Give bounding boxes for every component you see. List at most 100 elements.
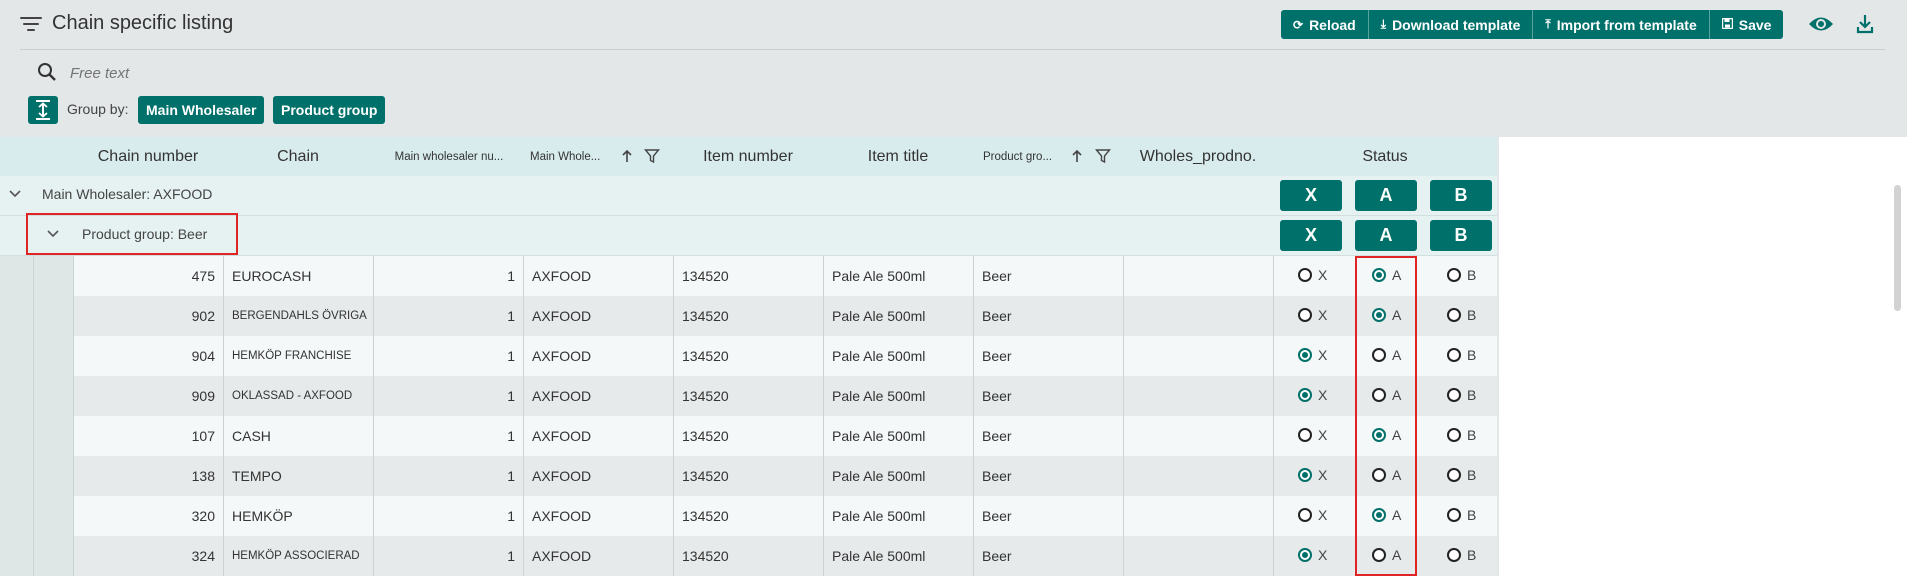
status-radio-x[interactable]: X <box>1298 267 1327 283</box>
import-template-button[interactable]: ⤒ Import from template <box>1532 10 1708 39</box>
row-gutter <box>33 536 73 576</box>
group-chip-main-wholesaler[interactable]: Main Wholesaler <box>138 96 265 124</box>
chevron-down-icon[interactable] <box>46 229 60 239</box>
status-option-label: X <box>1318 267 1328 283</box>
expand-collapse-groups-button[interactable] <box>28 96 58 124</box>
filter-icon[interactable] <box>1095 148 1111 164</box>
set-all-status-b-button[interactable]: B <box>1430 220 1492 251</box>
radio-button-icon[interactable] <box>1447 508 1461 522</box>
radio-button-icon[interactable] <box>1372 348 1386 362</box>
upload-icon: ⤒ <box>1545 17 1551 31</box>
radio-button-icon[interactable] <box>1372 508 1386 522</box>
sort-ascending-icon[interactable] <box>619 148 635 164</box>
radio-button-icon[interactable] <box>1447 468 1461 482</box>
status-radio-x[interactable]: X <box>1298 307 1327 323</box>
status-option-label: X <box>1318 507 1328 523</box>
cell-item-number: 134520 <box>673 256 823 296</box>
column-header-main-wholesaler[interactable]: Main Whole... <box>530 137 612 176</box>
column-header-wholes-prodno[interactable]: Wholes_prodno. <box>1123 137 1273 176</box>
status-radio-b[interactable]: B <box>1447 307 1476 323</box>
radio-button-icon[interactable] <box>1298 468 1312 482</box>
radio-button-icon[interactable] <box>1372 428 1386 442</box>
search-input[interactable] <box>68 62 472 84</box>
radio-button-icon[interactable] <box>1447 268 1461 282</box>
status-radio-b[interactable]: B <box>1447 427 1476 443</box>
chevron-down-icon[interactable] <box>8 189 22 199</box>
vertical-scrollbar[interactable] <box>1894 185 1901 311</box>
row-gutter <box>0 336 33 376</box>
status-radio-x[interactable]: X <box>1298 347 1327 363</box>
status-radio-x[interactable]: X <box>1298 427 1327 443</box>
status-radio-b[interactable]: B <box>1447 507 1476 523</box>
status-radio-b[interactable]: B <box>1447 547 1476 563</box>
save-button[interactable]: Save <box>1708 10 1784 39</box>
radio-button-icon[interactable] <box>1372 468 1386 482</box>
status-radio-b[interactable]: B <box>1447 467 1476 483</box>
top-bar: Chain specific listing ⟳ Reload ⤓ Downlo… <box>0 0 1907 50</box>
group-row-wholesaler[interactable]: Main Wholesaler: AXFOOD X A B <box>0 176 1497 216</box>
status-radio-x[interactable]: X <box>1298 507 1327 523</box>
radio-button-icon[interactable] <box>1447 348 1461 362</box>
radio-button-icon[interactable] <box>1298 508 1312 522</box>
column-header-product-group[interactable]: Product gro... <box>983 137 1063 176</box>
header-divider <box>20 49 1885 50</box>
download-template-button[interactable]: ⤓ Download template <box>1367 10 1533 39</box>
sort-ascending-icon[interactable] <box>1069 148 1085 164</box>
radio-button-icon[interactable] <box>1447 388 1461 402</box>
status-radio-a[interactable]: A <box>1372 467 1401 483</box>
radio-button-icon[interactable] <box>1447 548 1461 562</box>
row-gutter <box>33 296 73 336</box>
radio-button-icon[interactable] <box>1298 268 1312 282</box>
status-radio-a[interactable]: A <box>1372 307 1401 323</box>
radio-button-icon[interactable] <box>1298 428 1312 442</box>
radio-button-icon[interactable] <box>1298 308 1312 322</box>
status-radio-a[interactable]: A <box>1372 347 1401 363</box>
cell-wholesaler: AXFOOD <box>523 336 673 376</box>
menu-filter-icon[interactable] <box>20 17 42 33</box>
status-radio-a[interactable]: A <box>1372 427 1401 443</box>
filter-icon[interactable] <box>644 148 660 164</box>
status-radio-a[interactable]: A <box>1372 547 1401 563</box>
status-option-label: A <box>1392 307 1402 323</box>
cell-chain: HEMKÖP FRANCHISE <box>223 336 373 376</box>
status-radio-a[interactable]: A <box>1372 387 1401 403</box>
status-radio-a[interactable]: A <box>1372 267 1401 283</box>
column-header-chain-number[interactable]: Chain number <box>73 137 223 176</box>
status-radio-x[interactable]: X <box>1298 387 1327 403</box>
set-all-status-b-button[interactable]: B <box>1430 180 1492 211</box>
set-all-status-x-button[interactable]: X <box>1280 220 1342 251</box>
radio-button-icon[interactable] <box>1372 388 1386 402</box>
status-radio-x[interactable]: X <box>1298 547 1327 563</box>
radio-button-icon[interactable] <box>1372 268 1386 282</box>
set-all-status-a-button[interactable]: A <box>1355 220 1417 251</box>
set-all-status-x-button[interactable]: X <box>1280 180 1342 211</box>
download-icon[interactable] <box>1855 13 1875 35</box>
column-header-chain[interactable]: Chain <box>223 137 373 176</box>
status-radio-b[interactable]: B <box>1447 347 1476 363</box>
group-chip-product-group[interactable]: Product group <box>273 96 386 124</box>
status-radio-a[interactable]: A <box>1372 507 1401 523</box>
eye-icon[interactable] <box>1808 14 1834 34</box>
radio-button-icon[interactable] <box>1372 308 1386 322</box>
set-all-status-a-button[interactable]: A <box>1355 180 1417 211</box>
status-option-label: B <box>1467 267 1477 283</box>
status-radio-b[interactable]: B <box>1447 267 1476 283</box>
table-row: 902 BERGENDAHLS ÖVRIGA 1 AXFOOD 134520 Pale A… <box>0 296 1497 337</box>
column-header-main-wholesaler-number[interactable]: Main wholesaler nu... <box>376 137 522 176</box>
cell-item-title: Pale Ale 500ml <box>823 256 973 296</box>
radio-button-icon[interactable] <box>1298 548 1312 562</box>
status-radio-b[interactable]: B <box>1447 387 1476 403</box>
radio-button-icon[interactable] <box>1298 348 1312 362</box>
radio-button-icon[interactable] <box>1298 388 1312 402</box>
cell-wholesaler: AXFOOD <box>523 416 673 456</box>
radio-button-icon[interactable] <box>1447 428 1461 442</box>
status-radio-x[interactable]: X <box>1298 467 1327 483</box>
group-row-product-group[interactable]: Product group: Beer X A B <box>0 216 1497 256</box>
column-header-status[interactable]: Status <box>1273 137 1497 176</box>
column-header-item-title[interactable]: Item title <box>823 137 973 176</box>
radio-button-icon[interactable] <box>1372 548 1386 562</box>
reload-button[interactable]: ⟳ Reload <box>1281 10 1368 39</box>
row-gutter <box>33 376 73 416</box>
radio-button-icon[interactable] <box>1447 308 1461 322</box>
column-header-item-number[interactable]: Item number <box>673 137 823 176</box>
